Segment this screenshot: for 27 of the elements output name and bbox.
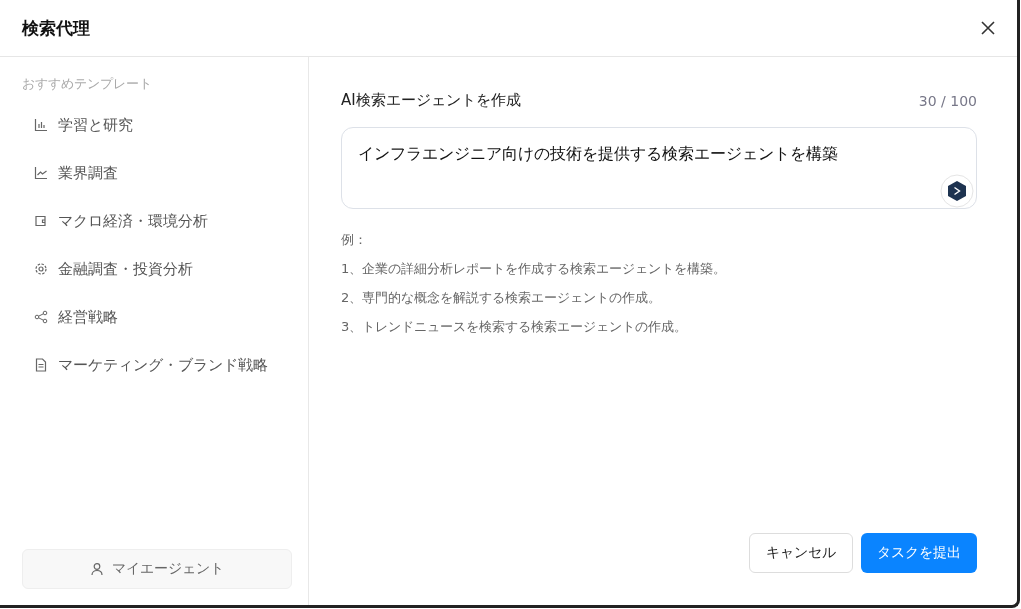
submit-button[interactable]: タスクを提出 [861,533,977,573]
document-icon [34,358,48,372]
template-item[interactable]: 経営戦略 [22,293,292,341]
character-counter: 30 / 100 [918,92,977,109]
example-text: 2、専門的な概念を解説する検索エージェントの作成。 [341,289,663,307]
example-text: 3、トレンドニュースを検索する検索エージェントの作成。 [341,318,689,336]
template-item[interactable]: 学習と研究 [22,101,292,149]
section-heading: おすすめテンプレート [22,75,153,93]
gear-icon [34,262,48,276]
user-icon [90,562,104,576]
template-item[interactable]: マクロ経済・環境分析 [22,197,292,245]
my-agents-button[interactable]: マイエージェント [22,549,292,589]
template-item[interactable]: マーケティング・ブランド戦略 [22,341,292,389]
template-item[interactable]: 業界調査 [22,149,292,197]
wallet-icon [34,214,48,228]
input-field[interactable]: インフラエンジニア向けの技術を提供する検索エージェントを構築 [341,127,977,209]
template-item[interactable]: 金融調査・投資分析 [22,245,292,293]
share-icon [34,310,48,324]
bar-chart-icon [34,118,48,132]
examples-heading: 例： [341,231,368,249]
close-icon[interactable] [981,21,995,35]
line-chart-icon [34,166,48,180]
hexagon-logo-icon[interactable] [940,174,974,208]
dialog-title: 検索代理 [22,16,90,40]
cancel-button[interactable]: キャンセル [749,533,853,573]
field-label: AI検索エージェントを作成 [341,91,521,110]
example-text: 1、企業の詳細分析レポートを作成する検索エージェントを構築。 [341,260,728,278]
